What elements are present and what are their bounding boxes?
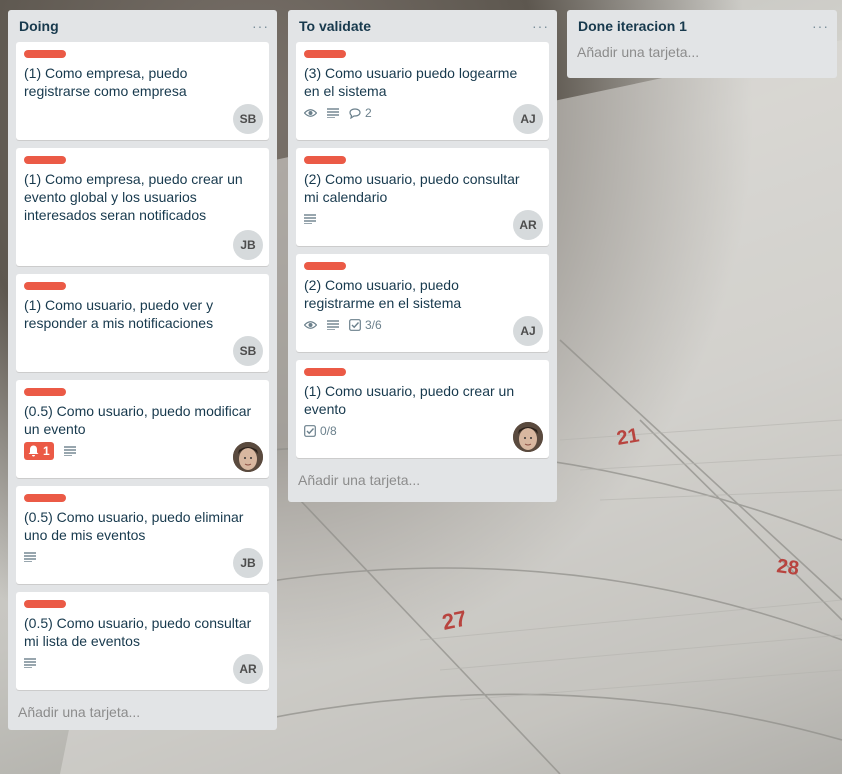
eye-icon <box>304 109 317 117</box>
member-avatar[interactable]: JB <box>233 548 263 578</box>
card-badges <box>304 210 541 228</box>
card-title: (1) Como usuario, puedo ver y responder … <box>24 297 214 331</box>
card[interactable]: (2) Como usuario, puedo registrarme en e… <box>296 254 549 352</box>
card[interactable]: (3) Como usuario puedo logearme en el si… <box>296 42 549 140</box>
member-avatar[interactable]: AJ <box>513 104 543 134</box>
member-avatar-photo[interactable] <box>513 422 543 452</box>
card-badges: 0/8 <box>304 422 541 440</box>
member-avatar[interactable]: AR <box>513 210 543 240</box>
comments-badge: 2 <box>349 106 372 120</box>
card-title: (1) Como usuario, puedo crear un evento <box>304 383 515 417</box>
member-avatar[interactable]: JB <box>233 230 263 260</box>
card-title: (2) Como usuario, puedo registrarme en e… <box>304 277 462 311</box>
notification-badge: 1 <box>24 442 54 460</box>
bell-icon <box>28 445 39 457</box>
list-done-iteracion-1: Done iteracion 1 ··· Añadir una tarjeta.… <box>567 10 837 78</box>
list-header: To validate ··· <box>288 10 557 42</box>
card-label <box>24 282 66 290</box>
card-title: (0.5) Como usuario, puedo modificar un e… <box>24 403 252 437</box>
card-label <box>304 156 346 164</box>
comments-count: 2 <box>365 106 372 120</box>
description-badge <box>304 214 316 224</box>
description-icon <box>63 446 76 456</box>
description-badge <box>24 552 36 562</box>
list-title[interactable]: Doing <box>19 18 59 34</box>
card-badges <box>24 548 261 566</box>
card-badges: 2 <box>304 104 541 122</box>
member-avatar[interactable]: AJ <box>513 316 543 346</box>
list-doing: Doing ··· (1) Como empresa, puedo regist… <box>8 10 277 730</box>
watching-badge <box>304 108 317 118</box>
card-label <box>304 262 346 270</box>
description-badge <box>327 320 339 330</box>
card[interactable]: (1) Como empresa, puedo crear un evento … <box>16 148 269 266</box>
card-title: (1) Como empresa, puedo registrarse como… <box>24 65 188 99</box>
description-icon <box>327 320 339 330</box>
checklist-icon <box>304 425 316 437</box>
card[interactable]: (2) Como usuario, puedo consultar mi cal… <box>296 148 549 246</box>
card-label <box>24 494 66 502</box>
calendar-date-28: 28 <box>775 555 800 580</box>
card-label <box>24 600 66 608</box>
card-label <box>304 50 346 58</box>
add-card-button[interactable]: Añadir una tarjeta... <box>567 42 837 70</box>
member-avatar[interactable]: SB <box>233 104 263 134</box>
card-title: (2) Como usuario, puedo consultar mi cal… <box>304 171 520 205</box>
member-avatar[interactable]: SB <box>233 336 263 366</box>
card[interactable]: (0.5) Como usuario, puedo consultar mi l… <box>16 592 269 690</box>
card-title: (0.5) Como usuario, puedo eliminar uno d… <box>24 509 244 543</box>
card-label <box>24 388 66 396</box>
calendar-date-27: 27 <box>440 605 469 635</box>
checklist-count: 0/8 <box>320 424 337 438</box>
list-menu-icon[interactable]: ··· <box>532 18 549 34</box>
description-badge <box>63 446 76 456</box>
comment-icon <box>349 107 361 119</box>
user-photo-icon <box>233 442 263 472</box>
list-menu-icon[interactable]: ··· <box>812 18 829 34</box>
list-to-validate: To validate ··· (3) Como usuario puedo l… <box>288 10 557 502</box>
checklist-badge: 0/8 <box>304 424 337 438</box>
card[interactable]: (0.5) Como usuario, puedo modificar un e… <box>16 380 269 478</box>
list-title[interactable]: To validate <box>299 18 371 34</box>
card[interactable]: (1) Como usuario, puedo crear un evento … <box>296 360 549 458</box>
list-header: Doing ··· <box>8 10 277 42</box>
list-header: Done iteracion 1 ··· <box>567 10 837 42</box>
member-avatar[interactable]: AR <box>233 654 263 684</box>
description-icon <box>24 552 36 562</box>
description-icon <box>327 108 339 118</box>
user-photo-icon <box>513 422 543 452</box>
card-badges <box>24 654 261 672</box>
watching-badge <box>304 320 317 330</box>
card[interactable]: (1) Como usuario, puedo ver y responder … <box>16 274 269 372</box>
description-icon <box>24 658 36 668</box>
add-card-button[interactable]: Añadir una tarjeta... <box>288 466 557 498</box>
description-badge <box>327 108 339 118</box>
card[interactable]: (0.5) Como usuario, puedo eliminar uno d… <box>16 486 269 584</box>
card-title: (1) Como empresa, puedo crear un evento … <box>24 171 243 223</box>
add-card-button[interactable]: Añadir una tarjeta... <box>8 698 277 730</box>
card-title: (0.5) Como usuario, puedo consultar mi l… <box>24 615 252 649</box>
card-badges: 1 <box>24 442 261 460</box>
member-avatar-photo[interactable] <box>233 442 263 472</box>
list-menu-icon[interactable]: ··· <box>252 18 269 34</box>
card[interactable]: (1) Como empresa, puedo registrarse como… <box>16 42 269 140</box>
calendar-date-21: 21 <box>615 424 641 450</box>
card-label <box>24 50 66 58</box>
checklist-icon <box>349 319 361 331</box>
notification-count: 1 <box>43 444 50 458</box>
list-title[interactable]: Done iteracion 1 <box>578 18 687 34</box>
card-label <box>24 156 66 164</box>
card-title: (3) Como usuario puedo logearme en el si… <box>304 65 518 99</box>
card-badges: 3/6 <box>304 316 541 334</box>
checklist-count: 3/6 <box>365 318 382 332</box>
checklist-badge: 3/6 <box>349 318 382 332</box>
description-badge <box>24 658 36 668</box>
card-label <box>304 368 346 376</box>
eye-icon <box>304 321 317 329</box>
description-icon <box>304 214 316 224</box>
